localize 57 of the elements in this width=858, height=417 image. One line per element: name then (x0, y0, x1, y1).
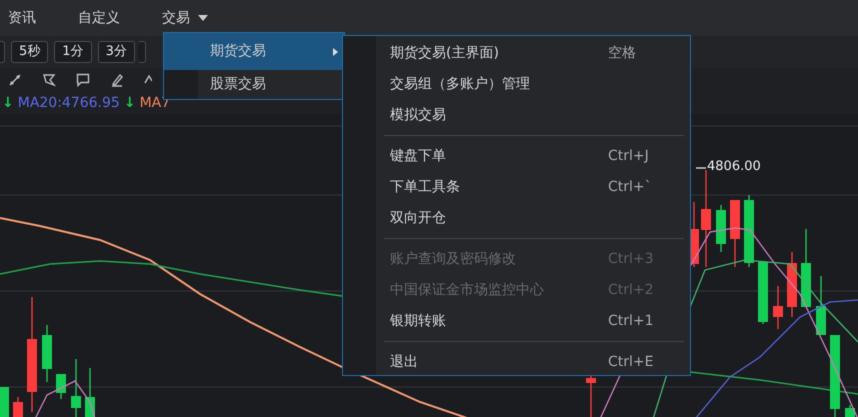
menu-item-label: 银期转账 (390, 312, 446, 331)
candle (71, 359, 81, 417)
candle (787, 252, 797, 317)
line-tool-icon[interactable] (8, 73, 22, 87)
candle (845, 405, 855, 417)
candle (42, 325, 52, 382)
shortcut-label: Ctrl+3 (608, 250, 655, 269)
candle (13, 397, 23, 417)
shortcut-label: 空格 (608, 44, 637, 63)
leader-line (696, 167, 706, 169)
menu-item[interactable]: 退出 Ctrl+E (384, 347, 684, 378)
menu-item[interactable]: 键盘下单 Ctrl+J (384, 141, 684, 172)
candle (56, 374, 66, 399)
candle (0, 387, 9, 417)
period-button[interactable]: 3分 (98, 41, 135, 63)
shortcut-label: Ctrl+2 (608, 281, 655, 300)
menu-item-label: 期货交易(主界面) (390, 44, 499, 63)
candle (816, 276, 826, 335)
menu-item-label: 账户查询及密码修改 (390, 250, 516, 269)
period-button[interactable]: 5秒 (11, 41, 48, 63)
menu-item[interactable]: 交易 (154, 8, 208, 28)
menu-item[interactable]: 模拟交易 (384, 100, 684, 131)
menu-item[interactable]: 自定义 (70, 8, 120, 28)
menu-item[interactable]: 双向开仓 (384, 203, 684, 234)
pencil-icon[interactable] (110, 73, 124, 87)
period-button[interactable]: 1分 (54, 41, 92, 63)
shortcut-label: Ctrl+J (608, 147, 650, 166)
down-arrow-icon: ↓ (124, 92, 136, 114)
menu-item[interactable]: 期货交易 (164, 33, 344, 70)
shortcut-label: Ctrl+1 (608, 312, 655, 331)
menu-item[interactable]: 资讯 (0, 8, 36, 28)
caret-icon (198, 15, 208, 21)
candle (730, 200, 740, 267)
arrow-tool-icon[interactable] (42, 73, 56, 87)
menu-item-label: 中国保证金市场监控中心 (390, 281, 544, 300)
shortcut-label: Ctrl+` (608, 178, 653, 197)
menu-item[interactable]: 下单工具条 Ctrl+` (384, 172, 684, 203)
menu-item-label: 模拟交易 (390, 106, 446, 125)
price-label: 4806.00 (707, 158, 761, 176)
menu-item[interactable]: 期货交易(主界面) 空格 (384, 38, 684, 69)
candle (85, 368, 95, 417)
menu-item-label: 交易组（多账户）管理 (390, 75, 530, 94)
candle (744, 195, 754, 267)
menu-item[interactable]: 银期转账 Ctrl+1 (384, 306, 684, 337)
candle (716, 205, 726, 252)
menu-item[interactable]: 股票交易 (164, 70, 344, 99)
shortcut-label: Ctrl+E (608, 353, 654, 372)
menu-item[interactable]: 交易组（多账户）管理 (384, 69, 684, 100)
down-arrow-icon: ↓ (2, 92, 14, 114)
menu-item-label: 退出 (390, 353, 418, 372)
candle (773, 286, 783, 329)
menu-item-label: 下单工具条 (390, 178, 460, 197)
legend-label: MA20:4766.95 (18, 94, 120, 112)
menu-item-label: 双向开仓 (390, 209, 446, 228)
candle (758, 262, 768, 324)
comment-icon[interactable] (76, 73, 90, 87)
menu-item-label: 键盘下单 (390, 147, 446, 166)
